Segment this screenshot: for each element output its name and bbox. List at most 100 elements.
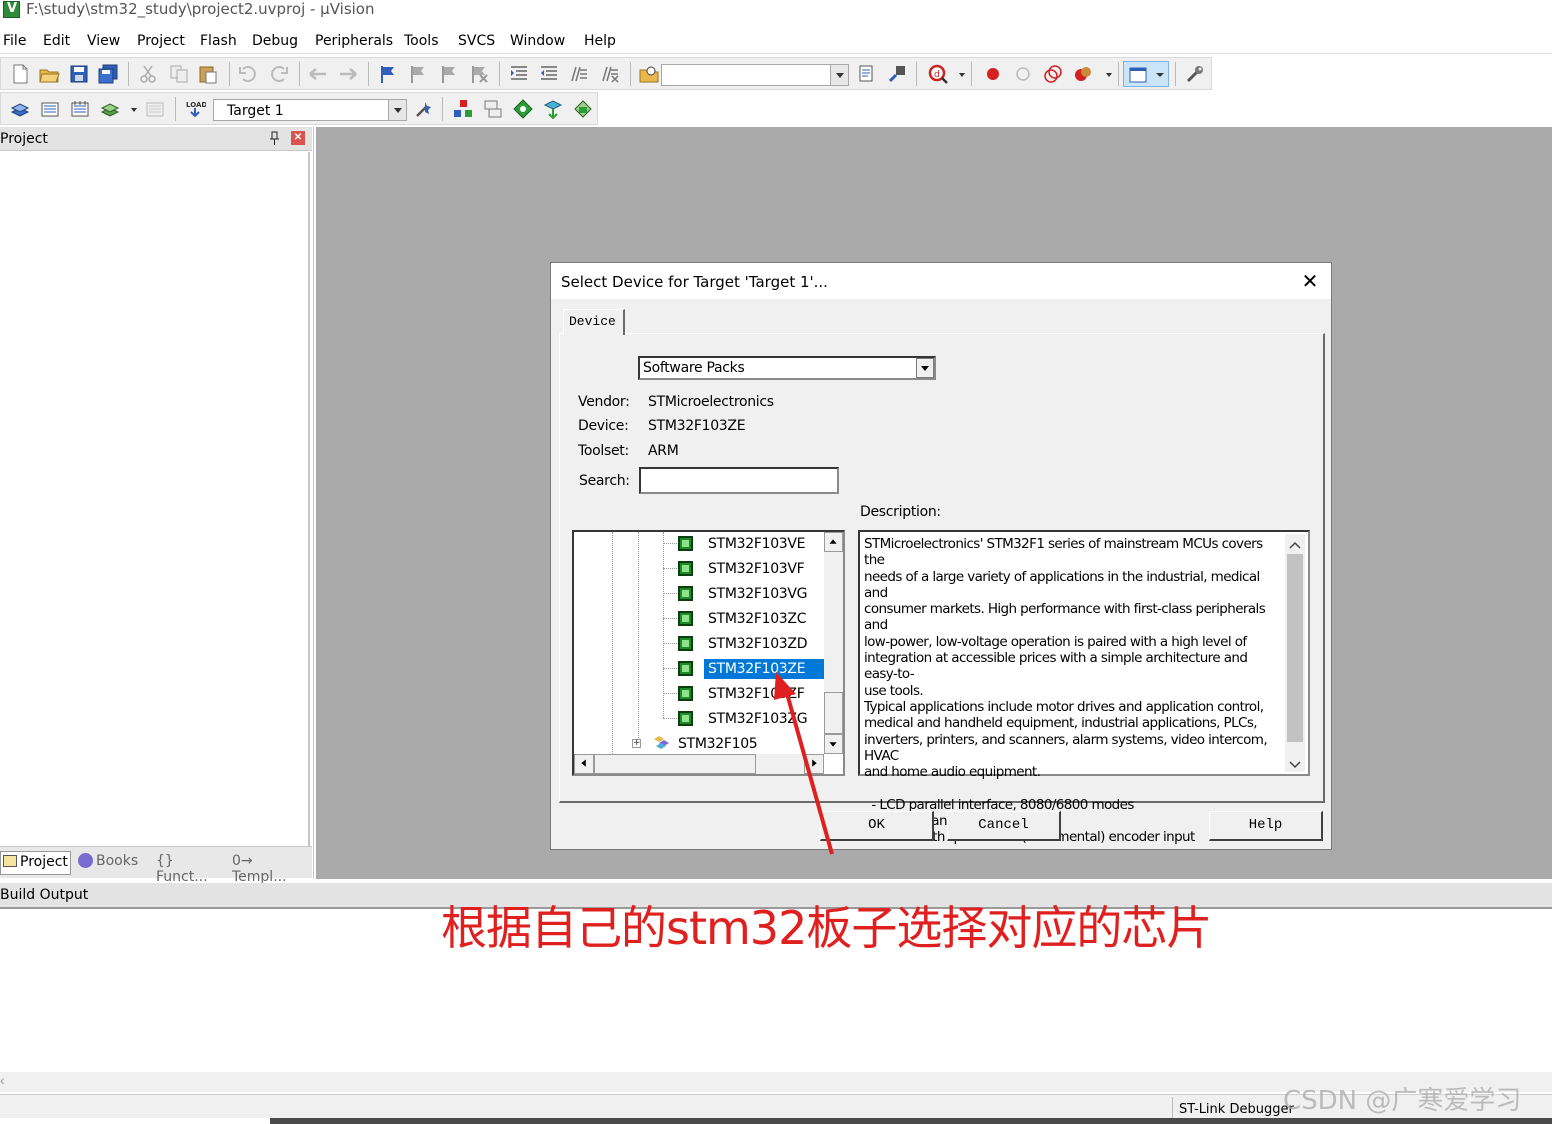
cancel-button[interactable]: Cancel xyxy=(947,811,1061,841)
comment-icon[interactable] xyxy=(568,63,590,85)
tree-item-device[interactable]: STM32F103ZD xyxy=(678,633,828,655)
select-device-dialog: Select Device for Target 'Target 1'... ✕… xyxy=(550,262,1332,850)
prev-bookmark-icon[interactable] xyxy=(407,63,429,85)
menu-view[interactable]: View xyxy=(87,33,120,49)
batch-build-icon[interactable] xyxy=(99,98,121,120)
tab-functions[interactable]: {} Funct... xyxy=(154,851,226,885)
save-all-icon[interactable] xyxy=(97,63,119,85)
cut-icon[interactable] xyxy=(137,63,159,85)
indent-icon[interactable] xyxy=(508,63,530,85)
tab-books[interactable]: Books xyxy=(76,851,146,875)
disable-breakpoint-icon[interactable] xyxy=(1012,63,1034,85)
window-layout-icon[interactable] xyxy=(1123,61,1169,87)
scroll-left-icon[interactable] xyxy=(574,754,594,774)
device-value: STM32F103ZE xyxy=(648,418,746,434)
debug-session-icon[interactable]: d xyxy=(927,63,949,85)
rebuild-icon[interactable] xyxy=(69,98,91,120)
uncomment-icon[interactable] xyxy=(599,63,621,85)
watermark: CSDN @广寒爱学习 xyxy=(1283,1086,1522,1116)
tree-item-device[interactable]: STM32F103VE xyxy=(678,533,828,555)
software-packs-select[interactable]: Software Packs xyxy=(638,356,936,380)
breakpoint-icon[interactable] xyxy=(982,63,1004,85)
dialog-titlebar: Select Device for Target 'Target 1'... ✕ xyxy=(551,263,1331,299)
toolset-label: Toolset: xyxy=(578,443,629,459)
clear-bookmarks-icon[interactable] xyxy=(468,63,490,85)
chevron-left-icon[interactable]: ‹ xyxy=(0,1072,5,1088)
main-toolbar: d xyxy=(0,57,1212,90)
open-folder-icon[interactable] xyxy=(38,63,60,85)
save-icon[interactable] xyxy=(68,63,90,85)
tab-device[interactable]: Device xyxy=(563,309,625,335)
undo-icon[interactable] xyxy=(237,63,259,85)
menu-help[interactable]: Help xyxy=(584,33,616,49)
build-output-title: Build Output xyxy=(0,887,89,903)
close-icon[interactable]: ✕ xyxy=(291,131,305,145)
chevron-down-icon[interactable] xyxy=(123,98,137,120)
scroll-thumb[interactable] xyxy=(594,754,756,774)
tree-item-device[interactable]: STM32F103ZC xyxy=(678,608,828,630)
chip-icon xyxy=(678,561,693,576)
incremental-find-icon[interactable] xyxy=(857,63,879,85)
pin-icon[interactable] xyxy=(268,130,282,146)
new-file-icon[interactable] xyxy=(9,63,31,85)
navigate-forward-icon[interactable] xyxy=(337,63,359,85)
build-icon[interactable] xyxy=(39,98,61,120)
disable-all-breakpoints-icon[interactable] xyxy=(1042,63,1064,85)
menu-peripherals[interactable]: Peripherals xyxy=(315,33,393,49)
navigate-back-icon[interactable] xyxy=(307,63,329,85)
chevron-down-icon[interactable] xyxy=(830,65,848,85)
scroll-thumb[interactable] xyxy=(1287,554,1303,742)
configure-wrench-icon[interactable] xyxy=(1184,63,1206,85)
paste-icon[interactable] xyxy=(197,63,219,85)
taskbar-strip xyxy=(270,1118,1552,1124)
find-in-files-icon[interactable] xyxy=(638,63,660,85)
project-tree[interactable] xyxy=(0,152,310,846)
stop-build-icon[interactable] xyxy=(144,98,166,120)
menu-tools[interactable]: Tools xyxy=(404,33,439,49)
manage-rte-icon[interactable] xyxy=(512,98,534,120)
find-combo[interactable] xyxy=(661,64,849,86)
project-icon xyxy=(3,855,17,867)
tree-item-device[interactable]: STM32F103VF xyxy=(678,558,828,580)
pack-components-icon[interactable] xyxy=(572,98,594,120)
translate-icon[interactable] xyxy=(9,98,31,120)
tab-templates[interactable]: 0→ Templ... xyxy=(230,851,310,885)
menu-svcs[interactable]: SVCS xyxy=(458,33,495,49)
kill-breakpoints-icon[interactable] xyxy=(1072,63,1094,85)
next-bookmark-icon[interactable] xyxy=(438,63,460,85)
browse-icon[interactable] xyxy=(886,63,908,85)
redo-icon[interactable] xyxy=(268,63,290,85)
menu-debug[interactable]: Debug xyxy=(252,33,298,49)
chevron-down-icon[interactable] xyxy=(1098,63,1112,85)
menu-file[interactable]: File xyxy=(3,33,26,49)
bookmark-icon[interactable] xyxy=(377,63,399,85)
pack-installer-icon[interactable] xyxy=(542,98,564,120)
chevron-down-icon[interactable] xyxy=(951,63,965,85)
project-panel-header: Project ✕ xyxy=(0,127,312,151)
menu-bar: File Edit View Project Flash Debug Perip… xyxy=(0,30,1552,54)
target-options-icon[interactable] xyxy=(413,98,435,120)
search-input[interactable] xyxy=(639,467,839,494)
select-packs-icon[interactable] xyxy=(482,98,504,120)
description-scrollbar[interactable] xyxy=(1285,534,1305,772)
menu-window[interactable]: Window xyxy=(510,33,565,49)
download-load-icon[interactable]: LOAD xyxy=(184,98,207,120)
description-box[interactable]: STMicroelectronics' STM32F1 series of ma… xyxy=(858,530,1310,845)
help-button[interactable]: Help xyxy=(1209,811,1323,841)
menu-flash[interactable]: Flash xyxy=(200,33,237,49)
menu-edit[interactable]: Edit xyxy=(43,33,70,49)
chevron-down-icon[interactable] xyxy=(388,100,406,120)
chevron-up-icon[interactable] xyxy=(1289,538,1301,553)
expand-icon[interactable]: + xyxy=(632,739,641,748)
menu-project[interactable]: Project xyxy=(137,33,185,49)
scroll-up-icon[interactable] xyxy=(824,532,843,552)
copy-icon[interactable] xyxy=(168,63,190,85)
tree-item-device[interactable]: STM32F103VG xyxy=(678,583,828,605)
window-title: F:\study\stm32_study\project2.uvproj - µ… xyxy=(26,0,375,18)
chevron-down-icon[interactable] xyxy=(1289,758,1301,773)
tab-project[interactable]: Project xyxy=(0,851,71,875)
close-icon[interactable]: ✕ xyxy=(1299,271,1321,293)
unindent-icon[interactable] xyxy=(538,63,560,85)
manage-project-items-icon[interactable] xyxy=(452,98,474,120)
chevron-down-icon[interactable] xyxy=(916,358,934,378)
